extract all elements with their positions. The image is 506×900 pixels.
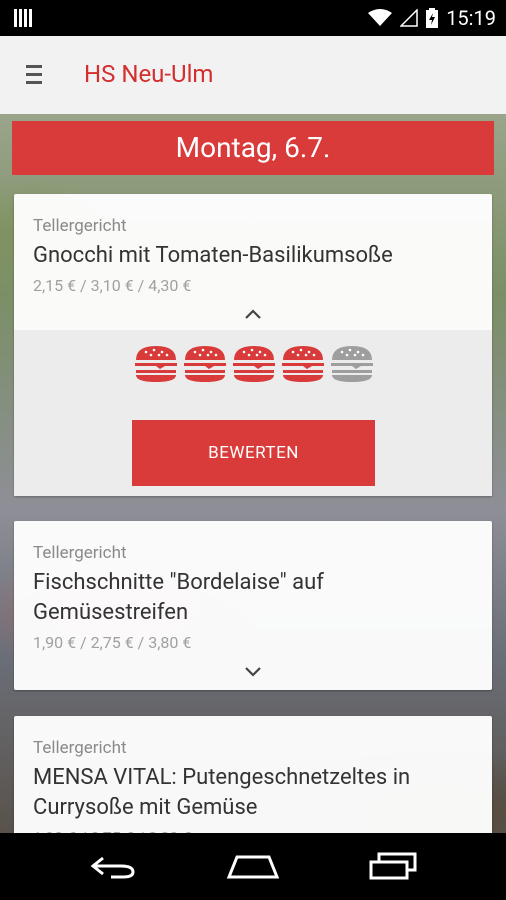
rate-button[interactable]: BEWERTEN bbox=[132, 420, 375, 486]
status-bar: 15:19 bbox=[0, 0, 506, 36]
app-title: HS Neu-Ulm bbox=[84, 60, 214, 88]
chevron-up-icon[interactable] bbox=[243, 308, 263, 320]
battery-charging-icon bbox=[426, 8, 439, 28]
burger-icon-filled[interactable] bbox=[281, 344, 325, 384]
burger-icon-filled[interactable] bbox=[232, 344, 276, 384]
navigation-bar bbox=[0, 833, 506, 900]
burger-icon-filled[interactable] bbox=[134, 344, 178, 384]
recents-icon bbox=[369, 852, 417, 879]
home-icon bbox=[226, 855, 280, 878]
back-button[interactable] bbox=[63, 833, 163, 900]
meal-card[interactable]: Tellergericht Fischschnitte "Bordelaise"… bbox=[14, 521, 492, 690]
meal-name: Fischschnitte "Bordelaise" auf Gemüsestr… bbox=[33, 570, 324, 625]
burger-icon-empty[interactable] bbox=[330, 344, 374, 384]
clock: 15:19 bbox=[446, 6, 496, 30]
meal-name: MENSA VITAL: Putengeschnetzeltes in Curr… bbox=[33, 765, 411, 820]
meal-prices: 2,15 € / 3,10 € / 4,30 € bbox=[33, 276, 192, 295]
notification-icon bbox=[14, 9, 32, 27]
app-bar: HS Neu-Ulm bbox=[0, 36, 506, 114]
meal-prices: 1,90 € / 2,75 € / 3,80 € bbox=[33, 633, 192, 652]
wifi-icon bbox=[368, 9, 393, 26]
signal-icon bbox=[400, 9, 418, 27]
burger-icon-filled[interactable] bbox=[183, 344, 227, 384]
back-icon bbox=[90, 856, 135, 878]
rating-panel: BEWERTEN bbox=[14, 330, 492, 496]
meal-category: Tellergericht bbox=[33, 738, 127, 758]
burger-rating[interactable] bbox=[134, 344, 374, 384]
meal-name: Gnocchi mit Tomaten-Basilikumsoße bbox=[33, 243, 393, 268]
day-header: Montag, 6.7. bbox=[12, 121, 494, 175]
meal-card[interactable]: Tellergericht Gnocchi mit Tomaten-Basili… bbox=[14, 194, 492, 496]
meal-category: Tellergericht bbox=[33, 543, 127, 563]
recents-button[interactable] bbox=[343, 833, 443, 900]
menu-icon[interactable] bbox=[26, 65, 42, 85]
chevron-down-icon[interactable] bbox=[243, 666, 263, 678]
meal-category: Tellergericht bbox=[33, 216, 127, 236]
home-button[interactable] bbox=[203, 833, 303, 900]
